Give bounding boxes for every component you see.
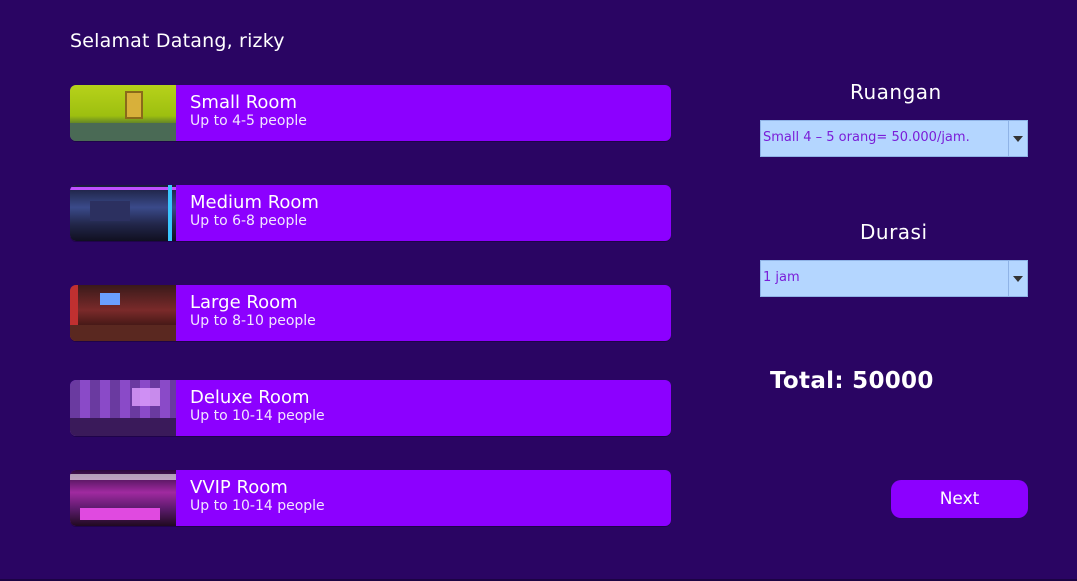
room-card-medium[interactable]: Medium Room Up to 6-8 people [70, 185, 671, 241]
room-card-deluxe[interactable]: Deluxe Room Up to 10-14 people [70, 380, 671, 436]
room-capacity: Up to 8-10 people [190, 313, 316, 329]
vvip-room-image [70, 470, 176, 526]
room-capacity: Up to 6-8 people [190, 213, 307, 229]
total-price: Total: 50000 [770, 368, 934, 394]
room-name: Small Room [190, 92, 297, 113]
ruangan-selected-value: Small 4 – 5 orang= 50.000/jam. [763, 130, 970, 145]
chevron-down-icon[interactable] [1008, 261, 1027, 296]
room-card-small[interactable]: Small Room Up to 4-5 people [70, 85, 671, 141]
room-name: VVIP Room [190, 477, 288, 498]
small-room-image [70, 85, 176, 141]
room-name: Deluxe Room [190, 387, 310, 408]
room-capacity: Up to 10-14 people [190, 498, 325, 514]
room-card-large[interactable]: Large Room Up to 8-10 people [70, 285, 671, 341]
large-room-image [70, 285, 176, 341]
durasi-label: Durasi [860, 220, 928, 244]
ruangan-select[interactable]: Small 4 – 5 orang= 50.000/jam. [760, 120, 1028, 157]
room-card-vvip[interactable]: VVIP Room Up to 10-14 people [70, 470, 671, 526]
deluxe-room-image [70, 380, 176, 436]
ruangan-label: Ruangan [850, 80, 942, 104]
room-name: Large Room [190, 292, 298, 313]
chevron-down-icon[interactable] [1008, 121, 1027, 156]
room-capacity: Up to 10-14 people [190, 408, 325, 424]
durasi-selected-value: 1 jam [763, 270, 800, 285]
medium-room-image [70, 185, 176, 241]
room-name: Medium Room [190, 192, 319, 213]
welcome-text: Selamat Datang, rizky [70, 30, 285, 52]
room-capacity: Up to 4-5 people [190, 113, 307, 129]
durasi-select[interactable]: 1 jam [760, 260, 1028, 297]
next-button[interactable]: Next [891, 480, 1028, 518]
